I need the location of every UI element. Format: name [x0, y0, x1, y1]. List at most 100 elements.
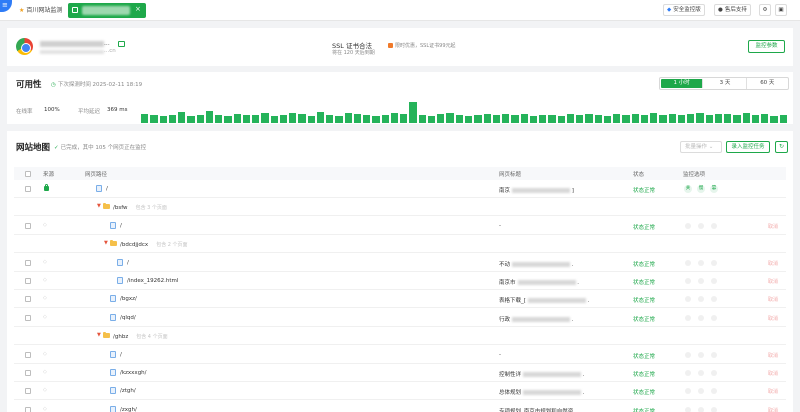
latency-bar[interactable]: [779, 115, 787, 123]
monitor-toggle[interactable]: [685, 370, 691, 376]
latency-bar[interactable]: [640, 115, 649, 123]
latency-bar[interactable]: [613, 114, 621, 123]
page-path[interactable]: /zxgh/: [120, 407, 137, 412]
folder-path-text[interactable]: /bsfw: [113, 205, 128, 211]
latency-bar[interactable]: [539, 115, 547, 123]
latency-bar[interactable]: [455, 115, 463, 123]
range-60d[interactable]: 60 天: [747, 78, 788, 89]
close-icon[interactable]: ×: [135, 5, 141, 13]
folder-row[interactable]: ▼ /ghbz 包含 4 个页面: [14, 327, 786, 346]
folder-path-text[interactable]: /ghbz: [113, 334, 128, 340]
latency-bar[interactable]: [733, 115, 741, 123]
settings-icon[interactable]: ⚙: [759, 4, 771, 16]
select-all-checkbox[interactable]: [25, 171, 31, 177]
table-row[interactable]: ◇ / - 状态正常 取消: [14, 346, 786, 364]
latency-bar[interactable]: [326, 115, 334, 123]
latency-bar[interactable]: [224, 116, 232, 123]
latency-bar[interactable]: [520, 114, 528, 123]
table-row[interactable]: / 南京 ] 状态正常 关慢篡: [14, 180, 786, 198]
monitor-toggle[interactable]: [711, 388, 717, 395]
monitor-toggle[interactable]: [711, 296, 717, 303]
security-edition-button[interactable]: ◆ 安全监控版: [663, 4, 705, 16]
latency-bar[interactable]: [344, 113, 352, 123]
monitor-toggle[interactable]: [698, 259, 704, 266]
ssl-promo-link[interactable]: 限时优惠，SSL证书99元起: [395, 42, 456, 49]
monitor-toggle[interactable]: [711, 370, 717, 376]
latency-bar[interactable]: [465, 116, 473, 123]
latency-bar[interactable]: [168, 115, 177, 123]
latency-bar[interactable]: [705, 115, 713, 123]
monitor-toggle[interactable]: [685, 278, 691, 284]
chevron-down-icon[interactable]: ▼: [97, 203, 101, 209]
monitor-toggle[interactable]: [698, 388, 704, 395]
latency-bar[interactable]: [437, 114, 445, 123]
monitor-toggle[interactable]: [698, 278, 704, 284]
page-path[interactable]: /: [127, 260, 129, 266]
table-row[interactable]: ◇ /qlqd/行政 . 状态正常 取消: [14, 309, 786, 327]
latency-bar[interactable]: [141, 114, 149, 123]
monitor-toggle[interactable]: [698, 406, 704, 412]
monitor-toggle[interactable]: [685, 406, 691, 412]
support-button[interactable]: ● 售后支持: [714, 4, 751, 16]
page-path[interactable]: /: [120, 223, 122, 229]
folder-path-text[interactable]: /bdcdjjdcx: [120, 242, 148, 248]
latency-bar[interactable]: [205, 110, 214, 123]
latency-bar[interactable]: [298, 114, 306, 123]
monitor-toggle[interactable]: [711, 222, 717, 229]
table-row[interactable]: ◇ /zxgh/专项规划_南京市规划和自然资 状态正常 取消: [14, 401, 786, 412]
monitor-tag-access[interactable]: 关: [684, 185, 692, 193]
batch-operation-select[interactable]: 批量操作 ⌄: [680, 141, 722, 153]
cancel-link[interactable]: 取消: [768, 260, 778, 267]
latency-bar[interactable]: [335, 116, 343, 123]
latency-bar[interactable]: [316, 111, 325, 123]
cancel-link[interactable]: 取消: [768, 370, 778, 377]
table-row[interactable]: ◇ /bgxz/表格下载_[ . 状态正常 取消: [14, 290, 786, 309]
monitor-tag-tamper[interactable]: 篡: [710, 185, 718, 193]
refresh-icon[interactable]: ↻: [775, 141, 788, 153]
monitor-toggle[interactable]: [698, 222, 704, 229]
range-1h[interactable]: 1 小时: [661, 79, 704, 88]
latency-bar[interactable]: [400, 114, 408, 123]
external-link-icon[interactable]: [118, 41, 125, 47]
latency-bar[interactable]: [363, 115, 371, 123]
latency-bar[interactable]: [622, 115, 630, 123]
row-checkbox[interactable]: [25, 406, 31, 412]
page-path[interactable]: /kzxxxgh/: [120, 370, 147, 376]
latency-bar[interactable]: [270, 116, 278, 123]
latency-bar[interactable]: [603, 116, 612, 123]
latency-bar[interactable]: [631, 114, 639, 123]
row-checkbox[interactable]: [25, 222, 31, 229]
latency-bar[interactable]: [502, 114, 510, 123]
chevron-down-icon[interactable]: ▼: [97, 332, 101, 338]
latency-bar[interactable]: [446, 113, 454, 123]
latency-bar[interactable]: [409, 102, 417, 123]
monitor-toggle[interactable]: [698, 314, 704, 321]
row-checkbox[interactable]: [25, 314, 31, 321]
latency-bar[interactable]: [261, 113, 269, 123]
row-checkbox[interactable]: [25, 351, 31, 358]
cancel-link[interactable]: 取消: [768, 388, 778, 395]
latency-bar[interactable]: [696, 113, 704, 123]
monitor-toggle[interactable]: [711, 351, 717, 358]
row-checkbox[interactable]: [25, 186, 31, 192]
page-path[interactable]: /: [120, 352, 122, 358]
latency-bar[interactable]: [576, 115, 584, 123]
latency-bar[interactable]: [289, 113, 297, 123]
row-checkbox[interactable]: [25, 296, 31, 303]
monitor-toggle[interactable]: [698, 296, 704, 303]
table-row[interactable]: ◇ /index_19262.html 南京市 . 状态正常 取消: [14, 272, 786, 290]
cancel-link[interactable]: 取消: [768, 296, 778, 303]
tab-site-active[interactable]: ×: [68, 3, 146, 18]
latency-bar[interactable]: [418, 115, 426, 123]
monitor-toggle[interactable]: [685, 296, 691, 303]
table-row[interactable]: ◇ / - 状态正常 取消: [14, 217, 786, 235]
latency-bar[interactable]: [159, 116, 167, 123]
page-path[interactable]: /qlqd/: [120, 315, 136, 321]
table-row[interactable]: ◇ /kzxxxgh/控制性详 . 状态正常 取消: [14, 364, 786, 382]
table-row[interactable]: ◇ /ztgh/总体规划 . 状态正常 取消: [14, 382, 786, 401]
monitor-toggle[interactable]: [685, 351, 691, 358]
monitor-toggle[interactable]: [711, 278, 717, 284]
latency-bar[interactable]: [178, 111, 186, 123]
latency-bar[interactable]: [594, 115, 602, 123]
latency-bar[interactable]: [650, 113, 658, 123]
